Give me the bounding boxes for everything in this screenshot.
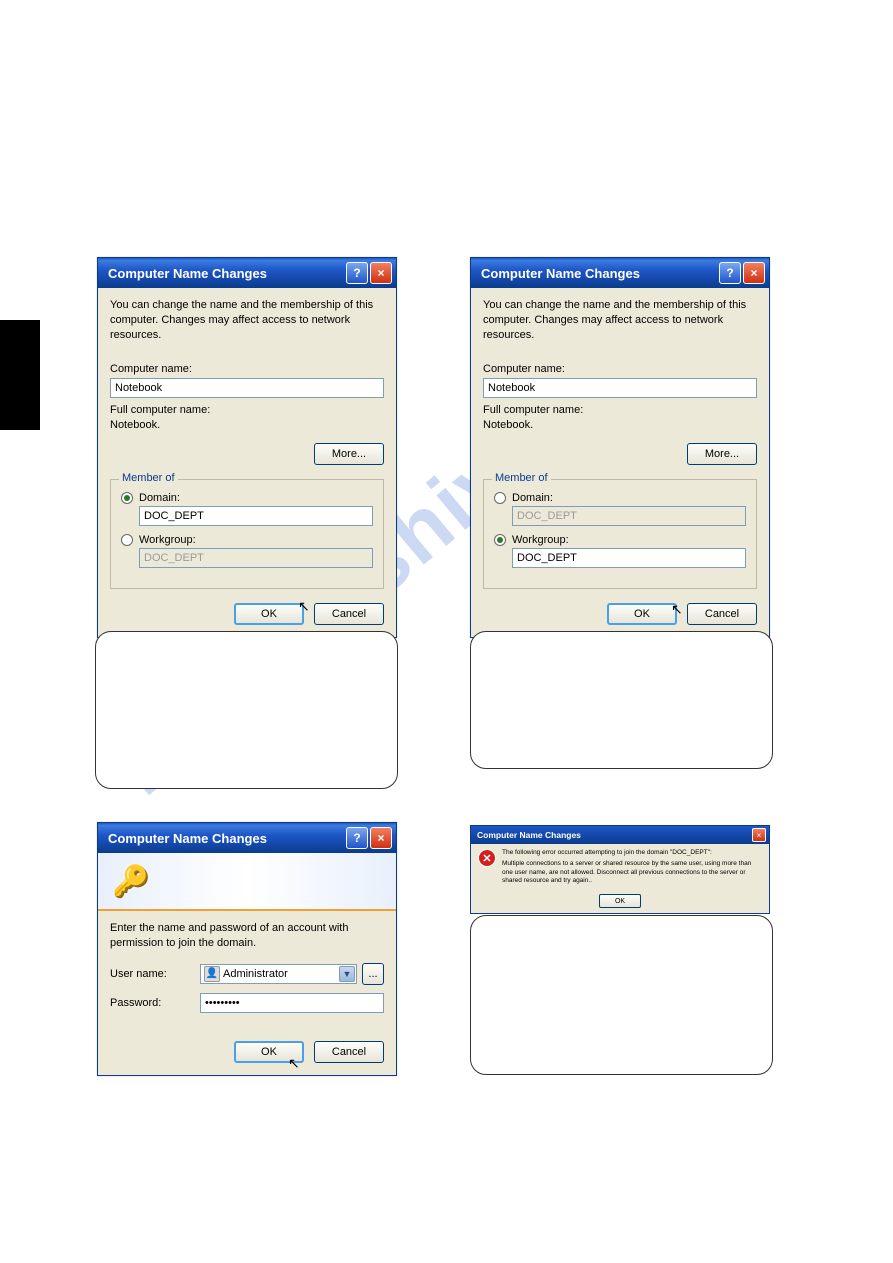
computer-name-input[interactable] [483, 378, 757, 398]
ok-button[interactable]: OK [607, 603, 677, 625]
computer-name-input[interactable] [110, 378, 384, 398]
ok-button[interactable]: OK [234, 1041, 304, 1063]
dialog-computer-name-domain: Computer Name Changes ? × You can change… [97, 257, 397, 638]
credentials-banner: 🔑 [98, 853, 396, 911]
member-of-legend: Member of [492, 472, 551, 484]
username-label: User name: [110, 968, 200, 980]
full-name-value: Notebook. [483, 419, 757, 431]
workgroup-radio[interactable] [494, 534, 506, 546]
dialog-title: Computer Name Changes [481, 266, 717, 281]
domain-radio[interactable] [494, 492, 506, 504]
close-button[interactable]: × [370, 262, 392, 284]
chevron-down-icon[interactable]: ▼ [339, 966, 355, 982]
member-of-group: Member of Domain: Workgroup: [483, 479, 757, 589]
username-value: Administrator [223, 968, 288, 980]
workgroup-radio[interactable] [121, 534, 133, 546]
intro-text: You can change the name and the membersh… [110, 298, 384, 343]
domain-radio-label: Domain: [512, 492, 553, 504]
full-name-label: Full computer name: [483, 404, 757, 416]
dialog-title: Computer Name Changes [477, 830, 752, 840]
ok-button[interactable]: OK [234, 603, 304, 625]
member-of-group: Member of Domain: Workgroup: [110, 479, 384, 589]
error-line-1: The following error occurred attempting … [502, 849, 762, 857]
computer-name-label: Computer name: [110, 363, 384, 375]
empty-panel [95, 631, 398, 789]
workgroup-radio-label: Workgroup: [512, 534, 569, 546]
workgroup-input [139, 548, 373, 568]
cancel-button[interactable]: Cancel [687, 603, 757, 625]
ok-button[interactable]: OK [599, 894, 641, 908]
full-name-label: Full computer name: [110, 404, 384, 416]
dialog-credentials: Computer Name Changes ? × 🔑 Enter the na… [97, 822, 397, 1076]
password-label: Password: [110, 997, 200, 1009]
close-button[interactable]: × [752, 828, 766, 842]
keys-icon: 🔑 [112, 864, 149, 899]
computer-name-label: Computer name: [483, 363, 757, 375]
empty-panel [470, 631, 773, 769]
dialog-error: Computer Name Changes × ✕ The following … [470, 825, 770, 914]
empty-panel [470, 915, 773, 1075]
domain-radio[interactable] [121, 492, 133, 504]
workgroup-input[interactable] [512, 548, 746, 568]
dialog-computer-name-workgroup: Computer Name Changes ? × You can change… [470, 257, 770, 638]
titlebar[interactable]: Computer Name Changes ? × [98, 823, 396, 853]
username-combo[interactable]: 👤 Administrator ▼ [200, 964, 357, 984]
domain-input [512, 506, 746, 526]
cancel-button[interactable]: Cancel [314, 603, 384, 625]
more-button[interactable]: More... [314, 443, 384, 465]
browse-button[interactable]: ... [362, 963, 384, 985]
page-tab-marker [0, 320, 40, 430]
user-icon: 👤 [204, 966, 220, 982]
intro-text: You can change the name and the membersh… [483, 298, 757, 343]
titlebar[interactable]: Computer Name Changes ? × [471, 258, 769, 288]
error-line-2: Multiple connections to a server or shar… [502, 860, 762, 885]
dialog-title: Computer Name Changes [108, 266, 344, 281]
full-name-value: Notebook. [110, 419, 384, 431]
member-of-legend: Member of [119, 472, 178, 484]
workgroup-radio-label: Workgroup: [139, 534, 196, 546]
cancel-button[interactable]: Cancel [314, 1041, 384, 1063]
more-button[interactable]: More... [687, 443, 757, 465]
password-input[interactable] [200, 993, 384, 1013]
help-button[interactable]: ? [346, 827, 368, 849]
domain-radio-label: Domain: [139, 492, 180, 504]
titlebar[interactable]: Computer Name Changes ? × [98, 258, 396, 288]
help-button[interactable]: ? [346, 262, 368, 284]
domain-input[interactable] [139, 506, 373, 526]
help-button[interactable]: ? [719, 262, 741, 284]
titlebar[interactable]: Computer Name Changes × [471, 826, 769, 844]
intro-text: Enter the name and password of an accoun… [110, 921, 384, 951]
dialog-title: Computer Name Changes [108, 831, 344, 846]
close-button[interactable]: × [370, 827, 392, 849]
close-button[interactable]: × [743, 262, 765, 284]
error-icon: ✕ [478, 849, 496, 867]
